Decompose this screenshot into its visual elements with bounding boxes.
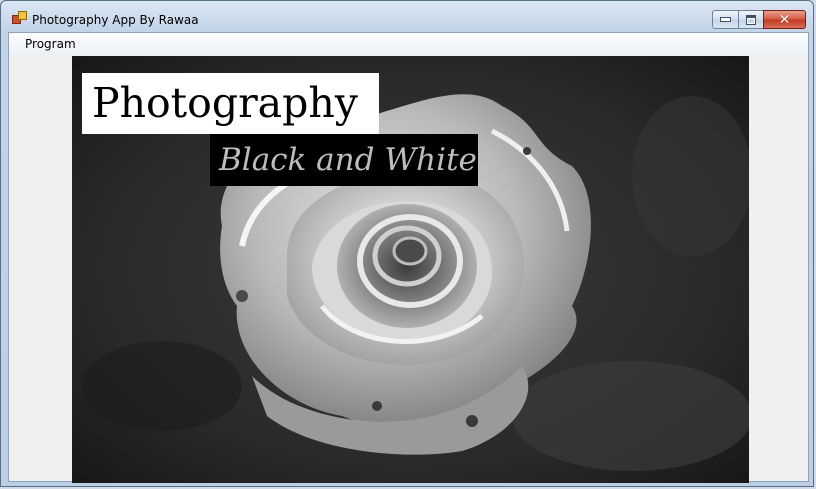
close-button[interactable]: ✕	[763, 10, 806, 29]
maximize-button[interactable]	[738, 10, 764, 29]
rose-picture: Photography Black and White	[72, 56, 749, 483]
subheading-black-and-white: Black and White	[210, 134, 478, 186]
caption-buttons: ✕	[712, 10, 806, 29]
form-client-area: Program Photography Black and White	[8, 32, 809, 483]
menu-bar: Program	[9, 33, 808, 55]
title-bar[interactable]: Photography App By Rawaa ✕	[1, 1, 813, 31]
menu-item-program[interactable]: Program	[19, 37, 82, 51]
minimize-button[interactable]	[712, 10, 739, 29]
close-icon: ✕	[778, 11, 791, 28]
maximize-icon	[746, 14, 756, 25]
app-window: Photography App By Rawaa ✕ Program Photo…	[0, 0, 814, 487]
app-icon[interactable]	[12, 11, 27, 24]
heading-photography: Photography	[82, 73, 379, 134]
minimize-icon	[720, 17, 731, 22]
window-title: Photography App By Rawaa	[32, 13, 199, 27]
